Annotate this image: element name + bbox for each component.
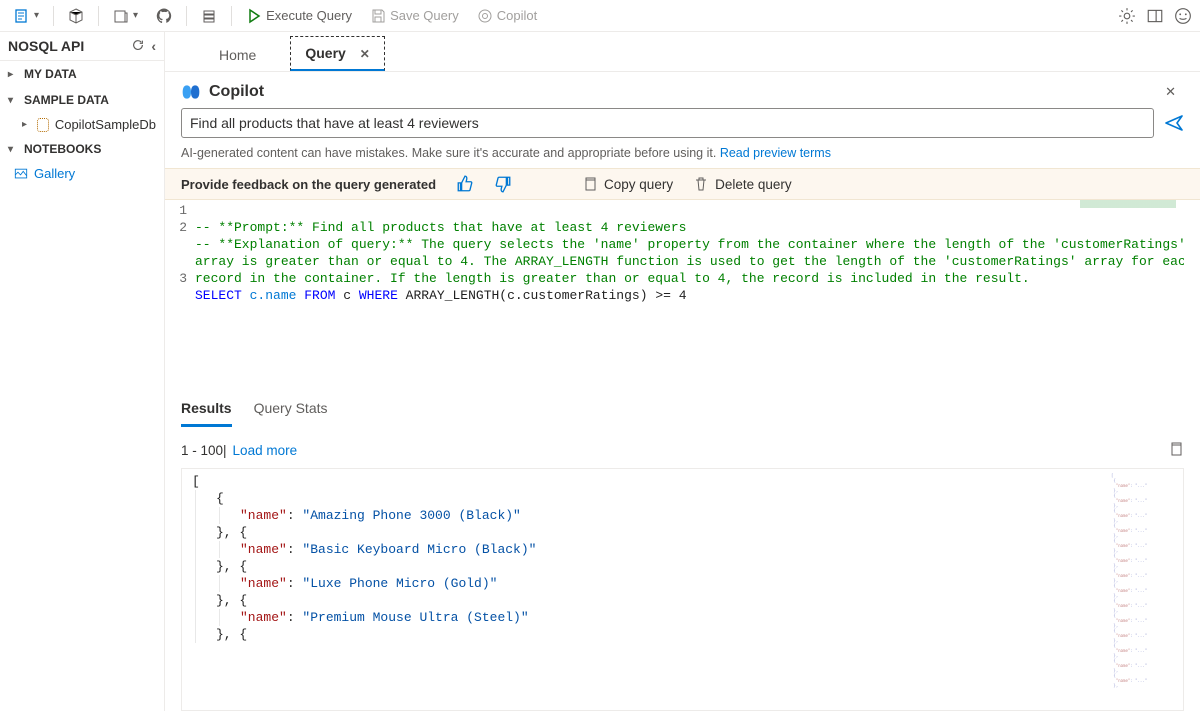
notebooks-section[interactable]: ▾ NOTEBOOKS	[0, 136, 164, 162]
feedback-label: Provide feedback on the query generated	[181, 177, 436, 192]
copilot-toolbar-button[interactable]: Copilot	[471, 6, 543, 26]
toolbar-github-icon[interactable]	[150, 6, 178, 26]
query-editor[interactable]: 12 3 -- **Prompt:** Find all products th…	[165, 200, 1184, 321]
notebooks-label: NOTEBOOKS	[24, 142, 101, 156]
chevron-down-icon: ▾	[8, 95, 18, 106]
api-label: NOSQL API	[8, 38, 84, 54]
close-copilot-icon[interactable]: ✕	[1165, 84, 1184, 100]
feedback-smiley-icon[interactable]	[1174, 7, 1192, 25]
database-icon	[37, 118, 49, 132]
copilot-small-icon	[477, 8, 493, 24]
thumbs-up-icon[interactable]	[456, 175, 474, 193]
settings-icon[interactable]	[1118, 7, 1136, 25]
panel-icon[interactable]	[1146, 7, 1164, 25]
execute-query-button[interactable]: Execute Query	[240, 6, 358, 26]
copilot-toolbar-label: Copilot	[497, 8, 537, 23]
results-minimap: [ { "name": "..." }, { "name": "..." }, …	[1111, 473, 1181, 706]
results-tab[interactable]: Results	[181, 396, 232, 427]
toolbar-new-dropdown[interactable]: ▾	[8, 6, 45, 26]
ai-disclaimer: AI-generated content can have mistakes. …	[165, 142, 1200, 168]
tab-query[interactable]: Query ✕	[290, 36, 384, 71]
sample-db-item[interactable]: ▸ CopilotSampleDb	[0, 113, 164, 136]
tab-home[interactable]: Home	[205, 39, 270, 71]
copilot-logo-icon	[181, 82, 201, 102]
toolbar-container-icon[interactable]	[62, 6, 90, 26]
save-icon	[370, 8, 386, 24]
send-icon[interactable]	[1164, 113, 1184, 133]
sampledata-section[interactable]: ▾ SAMPLE DATA	[0, 87, 164, 113]
open-icon	[113, 8, 129, 24]
gallery-item[interactable]: Gallery	[0, 162, 164, 185]
mydata-label: MY DATA	[24, 67, 77, 81]
stack-icon	[201, 8, 217, 24]
chevron-right-icon: ▸	[8, 69, 18, 80]
refresh-icon[interactable]	[131, 38, 145, 52]
gallery-label: Gallery	[34, 166, 75, 181]
results-json-viewer[interactable]: [ { "name": "Amazing Phone 3000 (Black)"…	[181, 468, 1184, 711]
save-query-button[interactable]: Save Query	[364, 6, 465, 26]
thumbs-down-icon[interactable]	[494, 175, 512, 193]
gallery-icon	[14, 167, 28, 181]
copy-query-button[interactable]: Copy query	[582, 176, 673, 192]
delete-icon	[693, 176, 709, 192]
line-gutter: 12 3	[165, 202, 195, 321]
chevron-down-icon: ▾	[8, 144, 18, 155]
chevron-right-icon: ▸	[22, 119, 31, 130]
sample-db-label: CopilotSampleDb	[55, 117, 156, 132]
copilot-prompt-input[interactable]	[181, 108, 1154, 138]
collapse-sidebar-icon[interactable]: ‹	[151, 38, 156, 54]
mydata-section[interactable]: ▸ MY DATA	[0, 61, 164, 87]
execute-label: Execute Query	[266, 8, 352, 23]
results-range: 1 - 100	[181, 443, 223, 458]
load-more-link[interactable]: Load more	[233, 443, 298, 458]
toolbar-open-dropdown[interactable]: ▾	[107, 6, 144, 26]
preview-terms-link[interactable]: Read preview terms	[720, 146, 831, 160]
copy-icon	[582, 176, 598, 192]
delete-query-button[interactable]: Delete query	[693, 176, 792, 192]
cube-icon	[68, 8, 84, 24]
play-icon	[246, 8, 262, 24]
query-stats-tab[interactable]: Query Stats	[254, 396, 328, 427]
sampledata-label: SAMPLE DATA	[24, 93, 109, 107]
new-sql-icon	[14, 8, 30, 24]
copy-results-icon[interactable]	[1168, 441, 1184, 460]
save-label: Save Query	[390, 8, 459, 23]
copilot-title: Copilot	[209, 83, 264, 101]
github-icon	[156, 8, 172, 24]
toolbar-stack-icon[interactable]	[195, 6, 223, 26]
close-icon[interactable]: ✕	[360, 47, 370, 61]
